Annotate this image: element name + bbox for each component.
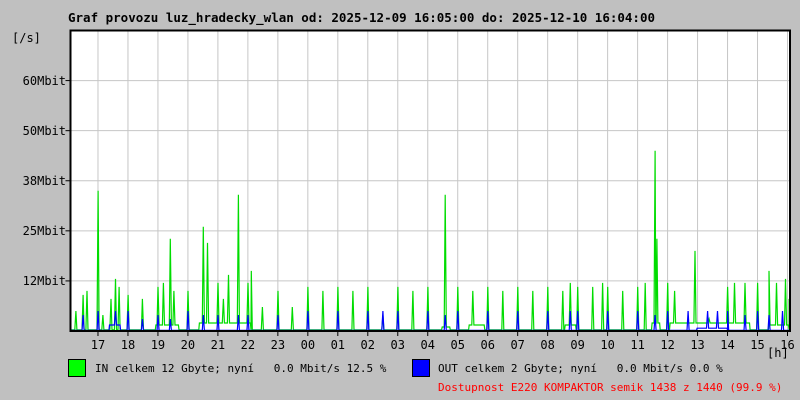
x-tick-label: 12 bbox=[660, 338, 675, 352]
x-tick-label: 20 bbox=[180, 338, 196, 352]
x-axis-unit-label: [h] bbox=[767, 346, 789, 360]
x-tick-label: 22 bbox=[240, 338, 256, 352]
x-tick-label: 07 bbox=[510, 338, 525, 352]
x-tick-label: 13 bbox=[690, 338, 705, 352]
in-legend-swatch bbox=[68, 359, 86, 377]
x-tick-label: 10 bbox=[600, 338, 615, 352]
y-tick-label: 38Mbit bbox=[22, 173, 66, 188]
x-tick-label: 17 bbox=[90, 338, 106, 352]
availability-text: Dostupnost E220 KOMPAKTOR semik 1438 z 1… bbox=[438, 381, 783, 394]
x-tick-label: 18 bbox=[120, 338, 136, 352]
in-legend-label: IN celkem 12 Gbyte; nyní 0.0 Mbit/s 12.5… bbox=[95, 362, 387, 375]
x-tick-label: 11 bbox=[630, 338, 645, 352]
out-legend-swatch bbox=[412, 359, 430, 377]
y-tick-label: 50Mbit bbox=[22, 123, 66, 138]
x-tick-label: 03 bbox=[390, 338, 405, 352]
x-tick-label: 15 bbox=[750, 338, 765, 352]
x-tick-label: 02 bbox=[360, 338, 375, 352]
y-tick-label: 12Mbit bbox=[22, 273, 66, 288]
y-tick-label: 25Mbit bbox=[22, 223, 66, 238]
x-tick-label: 06 bbox=[480, 338, 495, 352]
x-tick-label: 19 bbox=[150, 338, 166, 352]
x-tick-label: 00 bbox=[300, 338, 316, 352]
y-tick-label: 60Mbit bbox=[22, 73, 66, 88]
x-tick-label: 08 bbox=[540, 338, 555, 352]
x-tick-label: 04 bbox=[420, 338, 435, 352]
x-tick-label: 21 bbox=[210, 338, 226, 352]
graph-title: Graf provozu luz_hradecky_wlan od: 2025-… bbox=[68, 10, 655, 25]
x-tick-label: 05 bbox=[450, 338, 465, 352]
x-tick-label: 14 bbox=[720, 338, 735, 352]
x-tick-label: 23 bbox=[270, 338, 286, 352]
mrtg-traffic-graph-page: Graf provozu luz_hradecky_wlan od: 2025-… bbox=[0, 0, 800, 400]
out-legend-label: OUT celkem 2 Gbyte; nyní 0.0 Mbit/s 0.0 … bbox=[438, 362, 723, 375]
y-axis-unit-label: [/s] bbox=[12, 31, 41, 45]
x-tick-label: 09 bbox=[570, 338, 585, 352]
x-tick-label: 01 bbox=[330, 338, 346, 352]
